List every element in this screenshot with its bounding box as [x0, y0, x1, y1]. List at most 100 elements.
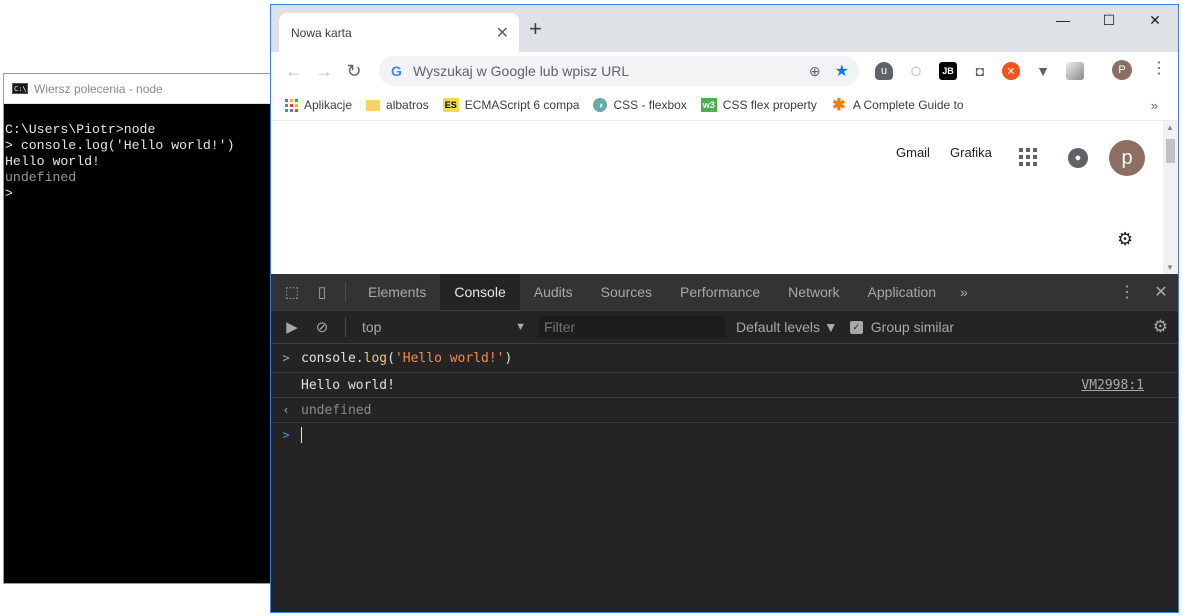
clear-console-icon[interactable]: ⊘ [307, 318, 337, 336]
bookmarks-overflow-icon[interactable]: » [1151, 98, 1158, 113]
code-paren-open: ( [387, 350, 395, 366]
scroll-up-icon[interactable]: ▲ [1166, 123, 1174, 132]
bookmark-label: CSS flex property [722, 98, 817, 112]
bookmark-albatros[interactable]: albatros [366, 98, 429, 112]
zoom-icon[interactable]: ⊕ [809, 63, 821, 80]
inspect-element-icon[interactable]: ⬚ [277, 283, 307, 301]
bookmark-complete-guide[interactable]: ✱ A Complete Guide to [831, 97, 964, 114]
cmd-prompt: > [5, 186, 13, 201]
customize-gear-icon[interactable]: ⚙ [1117, 229, 1133, 250]
bookmark-ecmascript[interactable]: ES ECMAScript 6 compa [442, 98, 580, 112]
tab-console[interactable]: Console [440, 274, 520, 310]
context-selector[interactable]: top ▼ [354, 319, 534, 335]
console-prompt[interactable]: > [271, 423, 1178, 447]
close-tab-icon[interactable]: ✕ [496, 23, 509, 43]
google-apps-icon[interactable] [1019, 148, 1037, 166]
tab-elements[interactable]: Elements [354, 274, 440, 310]
more-tabs-icon[interactable]: » [950, 284, 978, 300]
ublock-icon[interactable]: u [875, 62, 893, 80]
google-icon: G [391, 63, 402, 79]
tab-application[interactable]: Application [854, 274, 951, 310]
tab-strip: Nowa karta ✕ + — ☐ ✕ [271, 5, 1178, 52]
filter-input[interactable] [538, 316, 726, 338]
tab-sources[interactable]: Sources [587, 274, 666, 310]
bookmark-css-flex-property[interactable]: w3 CSS flex property [700, 98, 817, 112]
terminal-icon: C:\ [12, 83, 28, 94]
context-value: top [362, 319, 382, 335]
apps-icon [285, 98, 298, 112]
devtools-controls: ⋮ ✕ [1110, 274, 1178, 310]
css-icon: ◑ [593, 98, 608, 112]
gray-extension-icon[interactable] [1066, 62, 1084, 80]
bookmark-label: A Complete Guide to [852, 98, 964, 112]
sidebar-toggle-icon[interactable]: ▶ [277, 318, 307, 336]
orange-extension-icon[interactable]: ✕ [1002, 62, 1020, 80]
result-arrow-icon: ‹ [282, 403, 290, 417]
bookmark-label: ECMAScript 6 compa [464, 98, 580, 112]
tab-performance[interactable]: Performance [666, 274, 774, 310]
console-log-line: Hello world! VM2998:1 [271, 373, 1178, 398]
close-window-button[interactable]: ✕ [1132, 5, 1178, 35]
bookmark-aplikacje[interactable]: Aplikacje [285, 98, 352, 112]
cmd-line: Hello world! [5, 154, 100, 169]
cmd-titlebar[interactable]: C:\ Wiersz polecenia - node [4, 74, 270, 104]
vue-icon[interactable]: ▼ [1034, 62, 1052, 80]
images-link[interactable]: Grafika [950, 145, 992, 160]
chevron-down-icon: ▼ [515, 321, 526, 333]
page-scrollbar[interactable]: ▲ ▼ [1163, 121, 1178, 274]
profile-avatar-small[interactable]: P [1112, 60, 1132, 80]
google-account-avatar[interactable]: p [1109, 140, 1145, 176]
divider [345, 317, 346, 337]
address-bar[interactable]: G Wyszukaj w Google lub wpisz URL ⊕ ★ [379, 56, 859, 86]
bookmark-label: albatros [386, 98, 429, 112]
opera-icon[interactable]: O [907, 62, 925, 80]
tab-audits[interactable]: Audits [520, 274, 587, 310]
cmd-line: C:\Users\Piotr>node [5, 122, 156, 137]
group-similar-checkbox[interactable]: ✓ Group similar [849, 319, 955, 335]
jetbrains-icon[interactable]: JB [939, 62, 957, 80]
text-caret [301, 427, 302, 443]
bookmark-label: Aplikacje [304, 98, 353, 112]
log-output: Hello world! [301, 377, 395, 393]
cmd-window[interactable]: C:\ Wiersz polecenia - node C:\Users\Pio… [3, 73, 271, 584]
bookmark-label: CSS - flexbox [613, 98, 687, 112]
devtools-menu-icon[interactable]: ⋮ [1110, 282, 1144, 302]
device-toolbar-icon[interactable]: ▯ [307, 283, 337, 301]
maximize-button[interactable]: ☐ [1086, 5, 1132, 35]
gmail-link[interactable]: Gmail [896, 145, 930, 160]
source-link[interactable]: VM2998:1 [1081, 378, 1144, 393]
devtools-panel: ⬚ ▯ Elements Console Audits Sources Perf… [271, 274, 1178, 612]
close-devtools-icon[interactable]: ✕ [1144, 282, 1178, 302]
console-toolbar: ▶ ⊘ top ▼ Default levels ▼ ✓ Group simil… [271, 311, 1178, 344]
browser-toolbar: ← → ↻ G Wyszukaj w Google lub wpisz URL … [271, 52, 1178, 90]
new-tab-button[interactable]: + [529, 18, 542, 40]
code-object: console. [301, 350, 364, 366]
minimize-button[interactable]: — [1040, 5, 1086, 35]
chrome-menu-icon[interactable]: ⋮ [1151, 58, 1167, 78]
w3-icon: w3 [700, 98, 717, 112]
tab-network[interactable]: Network [774, 274, 853, 310]
notifications-bell-icon[interactable]: ● [1068, 148, 1088, 168]
bookmark-star-icon[interactable]: ★ [835, 61, 849, 81]
devtools-tabbar: ⬚ ▯ Elements Console Audits Sources Perf… [271, 274, 1178, 311]
forward-button[interactable]: → [309, 61, 339, 82]
group-similar-label: Group similar [870, 319, 955, 335]
bookmark-css-flexbox[interactable]: ◑ CSS - flexbox [593, 98, 687, 112]
console-messages[interactable]: > console. log('Hello world!') Hello worl… [271, 344, 1178, 447]
es-icon: ES [442, 98, 459, 112]
log-levels-dropdown[interactable]: Default levels ▼ [736, 319, 838, 335]
camera-icon[interactable]: ◘ [971, 62, 989, 80]
cmd-output[interactable]: C:\Users\Piotr>node > console.log('Hello … [4, 104, 270, 202]
asterisk-icon: ✱ [832, 97, 846, 114]
console-settings-gear-icon[interactable]: ⚙ [1153, 317, 1168, 337]
input-prefix-icon: > [282, 351, 290, 365]
tab-new-tab[interactable]: Nowa karta ✕ [279, 13, 519, 52]
cmd-title: Wiersz polecenia - node [34, 81, 163, 96]
checkbox-checked-icon[interactable]: ✓ [849, 320, 863, 334]
scroll-thumb[interactable] [1166, 139, 1175, 163]
chrome-window[interactable]: Nowa karta ✕ + — ☐ ✕ ← → ↻ G Wyszukaj w … [270, 4, 1179, 613]
reload-button[interactable]: ↻ [339, 61, 369, 82]
address-placeholder[interactable]: Wyszukaj w Google lub wpisz URL [413, 63, 795, 79]
scroll-down-icon[interactable]: ▼ [1166, 263, 1174, 272]
back-button[interactable]: ← [279, 61, 309, 82]
